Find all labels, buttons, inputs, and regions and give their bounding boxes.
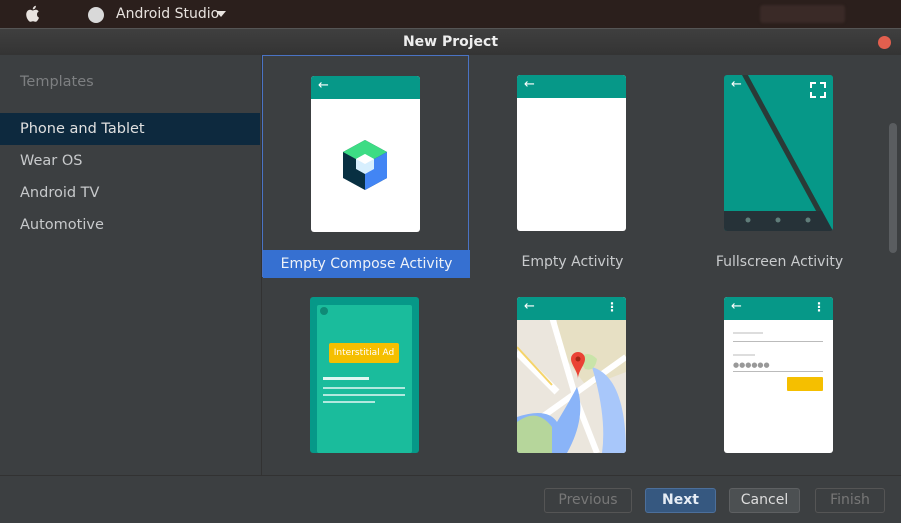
template-preview: Interstitial Ad <box>310 297 419 453</box>
template-label: Empty Compose Activity <box>263 250 470 278</box>
close-icon[interactable] <box>878 36 891 49</box>
sidebar-item-automotive[interactable]: Automotive <box>0 209 260 241</box>
template-category-sidebar: Templates Phone and Tablet Wear OS Andro… <box>0 55 260 475</box>
template-fullscreen-activity[interactable]: ← Fullscreen Activity <box>676 55 883 277</box>
back-arrow-icon: ← <box>731 299 742 314</box>
next-button[interactable]: Next <box>645 488 716 513</box>
sidebar-header: Templates <box>20 74 94 90</box>
android-studio-icon <box>88 7 104 23</box>
template-gallery: ← Empty Compose Activity ← Empty Activit… <box>261 55 886 475</box>
sidebar-item-phone-tablet[interactable]: Phone and Tablet <box>0 113 260 145</box>
overflow-menu-icon: ⋮ <box>813 300 825 314</box>
gallery-scrollbar[interactable] <box>889 123 897 253</box>
new-project-window: New Project Templates Phone and Tablet W… <box>0 28 901 523</box>
back-arrow-icon: ← <box>524 299 535 314</box>
app-menu-title[interactable]: Android Studio <box>116 6 219 22</box>
apple-icon[interactable] <box>24 5 40 27</box>
chevron-down-icon[interactable] <box>216 11 226 17</box>
dialog-title: New Project <box>402 34 499 50</box>
fullscreen-icon <box>810 82 826 98</box>
template-preview: ← <box>311 76 420 232</box>
compose-logo-icon <box>343 140 387 190</box>
back-arrow-icon: ← <box>731 77 742 92</box>
sidebar-item-android-tv[interactable]: Android TV <box>0 177 260 209</box>
sidebar-item-wear-os[interactable]: Wear OS <box>0 145 260 177</box>
interstitial-ad-badge: Interstitial Ad <box>329 343 399 363</box>
template-preview: ← <box>724 75 833 231</box>
template-login-activity[interactable]: ← ⋮ ●●●●●● <box>676 277 883 475</box>
cancel-button[interactable]: Cancel <box>729 488 800 513</box>
template-preview: ← ⋮ ●●●●●● <box>724 297 833 453</box>
previous-button[interactable]: Previous <box>544 488 632 513</box>
back-arrow-icon: ← <box>524 77 535 92</box>
template-google-maps-activity[interactable]: ← ⋮ <box>469 277 676 475</box>
template-interstitial-ad[interactable]: Interstitial Ad <box>262 277 469 475</box>
template-empty-activity[interactable]: ← Empty Activity <box>469 55 676 277</box>
overflow-menu-icon: ⋮ <box>606 300 618 314</box>
redacted-status-area <box>760 5 845 23</box>
dialog-footer: Previous Next Cancel Finish <box>0 475 901 523</box>
template-label: Empty Activity <box>521 254 624 270</box>
template-label: Fullscreen Activity <box>715 254 844 270</box>
map-preview <box>517 297 626 453</box>
os-menubar: Android Studio <box>0 0 901 28</box>
template-preview: ← ⋮ <box>517 297 626 453</box>
template-preview: ← <box>517 75 626 231</box>
dialog-titlebar: New Project <box>0 28 901 55</box>
template-empty-compose-activity[interactable]: ← Empty Compose Activity <box>262 55 470 278</box>
back-arrow-icon: ← <box>318 78 329 93</box>
finish-button[interactable]: Finish <box>815 488 885 513</box>
